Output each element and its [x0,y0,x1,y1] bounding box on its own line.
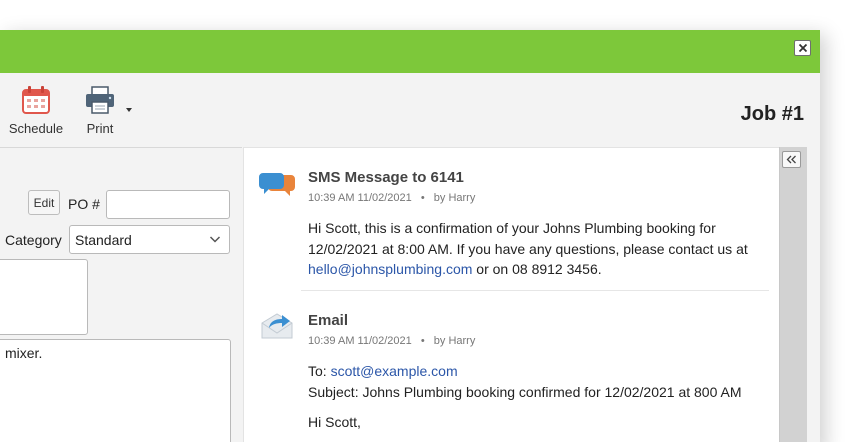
title-bar [0,30,820,73]
print-label: Print [86,121,114,136]
feed-item-author: by Harry [433,335,476,347]
meta-bullet: • [420,335,425,347]
category-value: Standard [75,232,132,248]
edit-button[interactable]: Edit [28,190,60,215]
email-link[interactable]: hello@johnsplumbing.com [308,261,472,277]
address-textarea[interactable] [0,259,88,335]
feed-divider [301,290,769,291]
activity-feed: SMS Message to 6141 10:39 AM 11/02/2021 … [243,147,779,442]
feed-item-meta: 10:39 AM 11/02/2021 • by Harry [308,335,475,347]
chevron-down-icon [209,236,221,243]
feed-item-title: SMS Message to 6141 [308,169,464,186]
feed-item-author: by Harry [433,192,476,204]
double-chevron-left-icon [786,155,796,164]
feed-item-meta: 10:39 AM 11/02/2021 • by Harry [308,192,475,204]
feed-item-time: 10:39 AM 11/02/2021 [308,192,412,204]
print-dropdown-caret-icon[interactable] [126,108,132,112]
sms-body-text-end: or on 08 8912 3456. [472,261,602,277]
feed-item-body: Hi Scott, this is a confirmation of your… [308,218,768,280]
sms-body-text: Hi Scott, this is a confirmation of your… [308,220,748,257]
category-label: Category [5,232,62,248]
po-label: PO # [68,196,100,212]
job-description-textarea[interactable]: mixer. [0,339,231,442]
po-number-input[interactable] [106,190,230,219]
schedule-button[interactable]: Schedule [6,85,66,136]
chat-bubbles-icon [259,173,295,196]
email-subject-line: Subject: Johns Plumbing booking confirme… [308,383,742,400]
feed-sidebar-track [779,147,807,442]
feed-item-time: 10:39 AM 11/02/2021 [308,335,412,347]
feed-item-title: Email [308,312,349,329]
close-button[interactable] [794,40,811,56]
collapse-panel-button[interactable] [782,151,801,168]
page-title: Job #1 [740,103,804,125]
close-icon [798,43,807,53]
printer-icon [86,86,114,114]
email-forward-icon [261,313,293,339]
feed-item-body: To: scott@example.com Subject: Johns Plu… [308,361,768,433]
schedule-label: Schedule [8,121,64,136]
email-to-label: To: [308,363,331,379]
window-right-edge [807,147,820,442]
meta-bullet: • [420,192,425,204]
email-to-line: To: scott@example.com [308,361,768,382]
job-description-text: mixer. [5,345,43,361]
recipient-email-link[interactable]: scott@example.com [331,363,458,379]
category-select[interactable]: Standard [69,225,230,254]
print-button[interactable]: Print [80,85,120,136]
email-greeting: Hi Scott, [308,414,361,430]
calendar-icon [22,86,50,114]
